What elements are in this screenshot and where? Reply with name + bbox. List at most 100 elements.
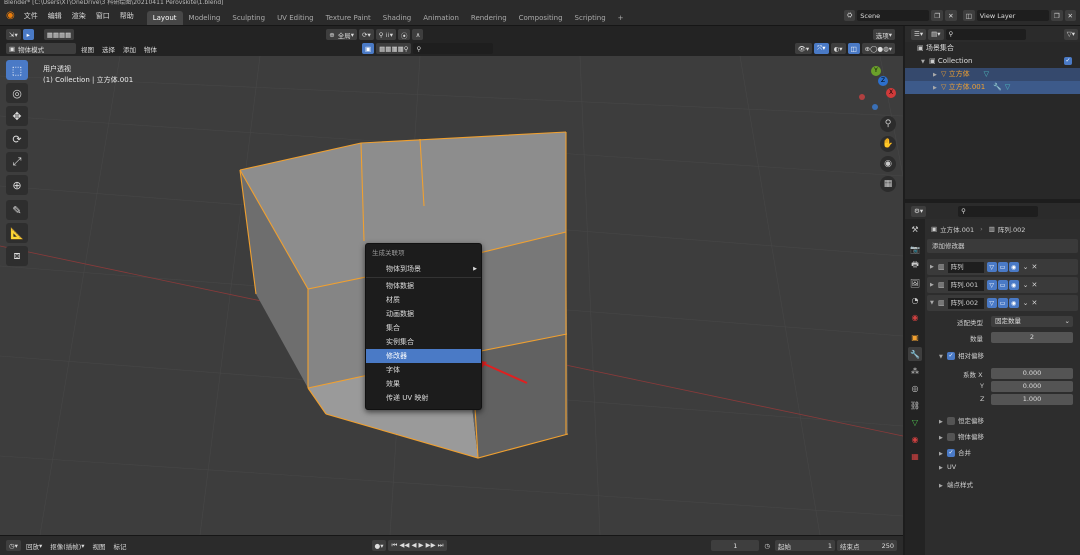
add-cube-tool-icon[interactable]: ⧈ bbox=[6, 246, 28, 266]
camera-icon[interactable]: ◉ bbox=[880, 156, 896, 172]
menu-select[interactable]: 选择 bbox=[99, 43, 118, 54]
outliner-display-mode[interactable]: ▤▾ bbox=[928, 28, 944, 40]
select-tool-icon[interactable]: ⬚ bbox=[6, 60, 28, 80]
menu-item-collections[interactable]: 集合 bbox=[366, 321, 481, 335]
factor-y-field[interactable]: 0.000 bbox=[991, 381, 1073, 392]
render-toggle-icon[interactable]: ◉ bbox=[1008, 280, 1019, 290]
tab-animation[interactable]: Animation bbox=[417, 11, 465, 25]
tab-scripting[interactable]: Scripting bbox=[569, 11, 612, 25]
fit-type-dropdown[interactable]: 固定数量 ⌄ bbox=[991, 316, 1073, 327]
delete-modifier-icon[interactable]: ✕ bbox=[1032, 263, 1038, 271]
gizmo-x[interactable]: X bbox=[886, 88, 896, 98]
gizmo-neg-x[interactable] bbox=[859, 94, 865, 100]
tab-modeling[interactable]: Modeling bbox=[183, 11, 227, 25]
dropdown-arrow-icon[interactable]: ⌄ bbox=[1023, 281, 1029, 289]
blender-logo-icon[interactable]: ◉ bbox=[6, 10, 15, 21]
expand-arrow-icon[interactable]: ▶ bbox=[939, 465, 947, 471]
select-box-icon[interactable]: ▸ bbox=[22, 29, 34, 40]
gizmo-z[interactable]: Z bbox=[878, 76, 888, 86]
texture-tab-icon[interactable]: ▦ bbox=[908, 449, 922, 463]
modifier-array[interactable]: ▶ ▥ 阵列 ▽ ▭ ◉ ⌄ ✕ bbox=[927, 259, 1078, 275]
relative-offset-checkbox[interactable]: ✓ bbox=[947, 352, 955, 360]
constant-offset-panel[interactable]: ▶ 恒定偏移 bbox=[939, 415, 984, 425]
outliner-editor-icon[interactable]: ☰▾ bbox=[911, 28, 927, 40]
constant-offset-checkbox[interactable] bbox=[947, 417, 955, 425]
proportional-edit-icon[interactable]: ⦿ bbox=[397, 29, 411, 40]
edit-mode-toggle-icon[interactable]: ▽ bbox=[986, 262, 997, 272]
clock-icon[interactable]: ◷ bbox=[761, 540, 773, 551]
rotate-tool-icon[interactable]: ⟳ bbox=[6, 129, 28, 149]
object-mode-dropdown[interactable]: ▣ 物体模式 bbox=[6, 43, 76, 54]
outliner-item-cube-001[interactable]: ▶ ▽ 立方体.001 🔧 ▽ bbox=[905, 81, 1080, 94]
playback-menu[interactable]: 回放 ▾ bbox=[23, 540, 45, 551]
tab-texture-paint[interactable]: Texture Paint bbox=[320, 11, 377, 25]
view-layer-icon[interactable]: ◫ bbox=[962, 10, 975, 21]
object-offset-checkbox[interactable] bbox=[947, 433, 955, 441]
output-tab-icon[interactable]: 🖶 bbox=[908, 259, 922, 273]
merge-panel[interactable]: ▶ ✓ 合并 bbox=[939, 447, 971, 457]
timeline-editor-icon[interactable]: ◷▾ bbox=[6, 540, 21, 551]
dropdown-arrow-icon[interactable]: ⌄ bbox=[1023, 299, 1029, 307]
caps-panel[interactable]: ▶ 端点样式 bbox=[939, 479, 973, 489]
delete-modifier-icon[interactable]: ✕ bbox=[1032, 299, 1038, 307]
search-input[interactable]: ⚲ bbox=[413, 43, 494, 54]
start-frame-field[interactable]: 起始 1 bbox=[775, 540, 835, 551]
factor-z-field[interactable]: 1.000 bbox=[991, 394, 1073, 405]
expand-arrow-icon[interactable]: ▶ bbox=[939, 419, 947, 425]
view-layer-name[interactable]: View Layer bbox=[976, 10, 1049, 21]
modifier-array-002[interactable]: ▼ ▥ 阵列.002 ▽ ▭ ◉ ⌄ ✕ bbox=[927, 295, 1078, 311]
menu-item-objects-to-scene[interactable]: 物体到场景 ▶ bbox=[366, 262, 481, 276]
delete-modifier-icon[interactable]: ✕ bbox=[1032, 281, 1038, 289]
ortho-grid-icon[interactable]: ▦ bbox=[880, 176, 896, 192]
pan-hand-icon[interactable]: ✋ bbox=[880, 136, 896, 152]
end-frame-field[interactable]: 结束点 250 bbox=[837, 540, 897, 551]
properties-editor-icon[interactable]: ⚙▾ bbox=[911, 205, 927, 217]
menu-item-animation-data[interactable]: 动画数据 bbox=[366, 307, 481, 321]
tab-sculpting[interactable]: Sculpting bbox=[226, 11, 271, 25]
menu-item-object-data[interactable]: 物体数据 bbox=[366, 279, 481, 293]
scene-name[interactable]: Scene bbox=[857, 10, 930, 21]
tab-shading[interactable]: Shading bbox=[377, 11, 417, 25]
annotate-tool-icon[interactable]: ✎ bbox=[6, 200, 28, 220]
viewport-toggle-icon[interactable]: ▭ bbox=[997, 280, 1008, 290]
expand-arrow-icon[interactable]: ▶ bbox=[939, 435, 947, 441]
menu-item-modifiers[interactable]: 修改器 bbox=[366, 349, 481, 363]
record-icon[interactable]: ●▾ bbox=[371, 540, 387, 551]
scene-selector-icon[interactable]: ⛭ bbox=[844, 10, 856, 21]
constraints-tab-icon[interactable]: ⛓ bbox=[908, 398, 922, 412]
shading-modes[interactable]: ⊕◯●◍▾ bbox=[861, 43, 895, 54]
menu-object[interactable]: 物体 bbox=[141, 43, 160, 54]
falloff-icon[interactable]: ∧ bbox=[412, 29, 424, 40]
edit-mode-toggle-icon[interactable]: ▽ bbox=[986, 298, 997, 308]
outliner-collection[interactable]: ▼ ▣ Collection ✓ bbox=[905, 55, 1080, 68]
delete-view-layer-icon[interactable]: ✕ bbox=[1064, 10, 1076, 21]
transform-orientation[interactable]: ⊕ 全局 ▾ bbox=[326, 29, 358, 40]
current-frame-field[interactable]: 1 bbox=[711, 540, 760, 551]
collapse-arrow-icon[interactable]: ▼ bbox=[930, 300, 938, 306]
menu-help[interactable]: 帮助 bbox=[120, 11, 134, 21]
gizmo-toggle-icon[interactable]: ⤧▾ bbox=[814, 43, 829, 54]
particles-tab-icon[interactable]: ⁂ bbox=[908, 364, 922, 378]
options-dropdown[interactable]: 选项 ▾ bbox=[872, 29, 895, 40]
render-toggle-icon[interactable]: ◉ bbox=[1008, 262, 1019, 272]
editor-type-icon[interactable]: ⇲▾ bbox=[6, 29, 21, 40]
expand-arrow-icon[interactable]: ▶ bbox=[930, 282, 938, 288]
viewport-toggle-icon[interactable]: ▭ bbox=[997, 262, 1008, 272]
add-modifier-button[interactable]: 添加修改器 bbox=[927, 239, 1078, 253]
timeline-view-menu[interactable]: 视图 bbox=[90, 540, 109, 551]
count-field[interactable]: 2 bbox=[991, 332, 1073, 343]
modifier-array-001[interactable]: ▶ ▥ 阵列.001 ▽ ▭ ◉ ⌄ ✕ bbox=[927, 277, 1078, 293]
collection-checkbox[interactable]: ✓ bbox=[1064, 57, 1072, 65]
new-view-layer-icon[interactable]: ❐ bbox=[1050, 10, 1063, 21]
edit-mode-toggle-icon[interactable]: ▽ bbox=[986, 280, 997, 290]
modifier-name-field[interactable]: 阵列 bbox=[947, 261, 984, 273]
world-tab-icon[interactable]: ◉ bbox=[908, 310, 922, 324]
menu-item-effects[interactable]: 效果 bbox=[366, 377, 481, 391]
dropdown-arrow-icon[interactable]: ⌄ bbox=[1023, 263, 1029, 271]
xray-toggle-icon[interactable]: ◫ bbox=[847, 43, 860, 54]
outliner-filter-icon[interactable]: ▽▾ bbox=[1063, 28, 1078, 40]
menu-window[interactable]: 窗口 bbox=[96, 11, 110, 21]
menu-item-fonts[interactable]: 字体 bbox=[366, 363, 481, 377]
keying-menu[interactable]: 抠像(插帧) ▾ bbox=[47, 540, 87, 551]
tab-uv-editing[interactable]: UV Editing bbox=[271, 11, 320, 25]
